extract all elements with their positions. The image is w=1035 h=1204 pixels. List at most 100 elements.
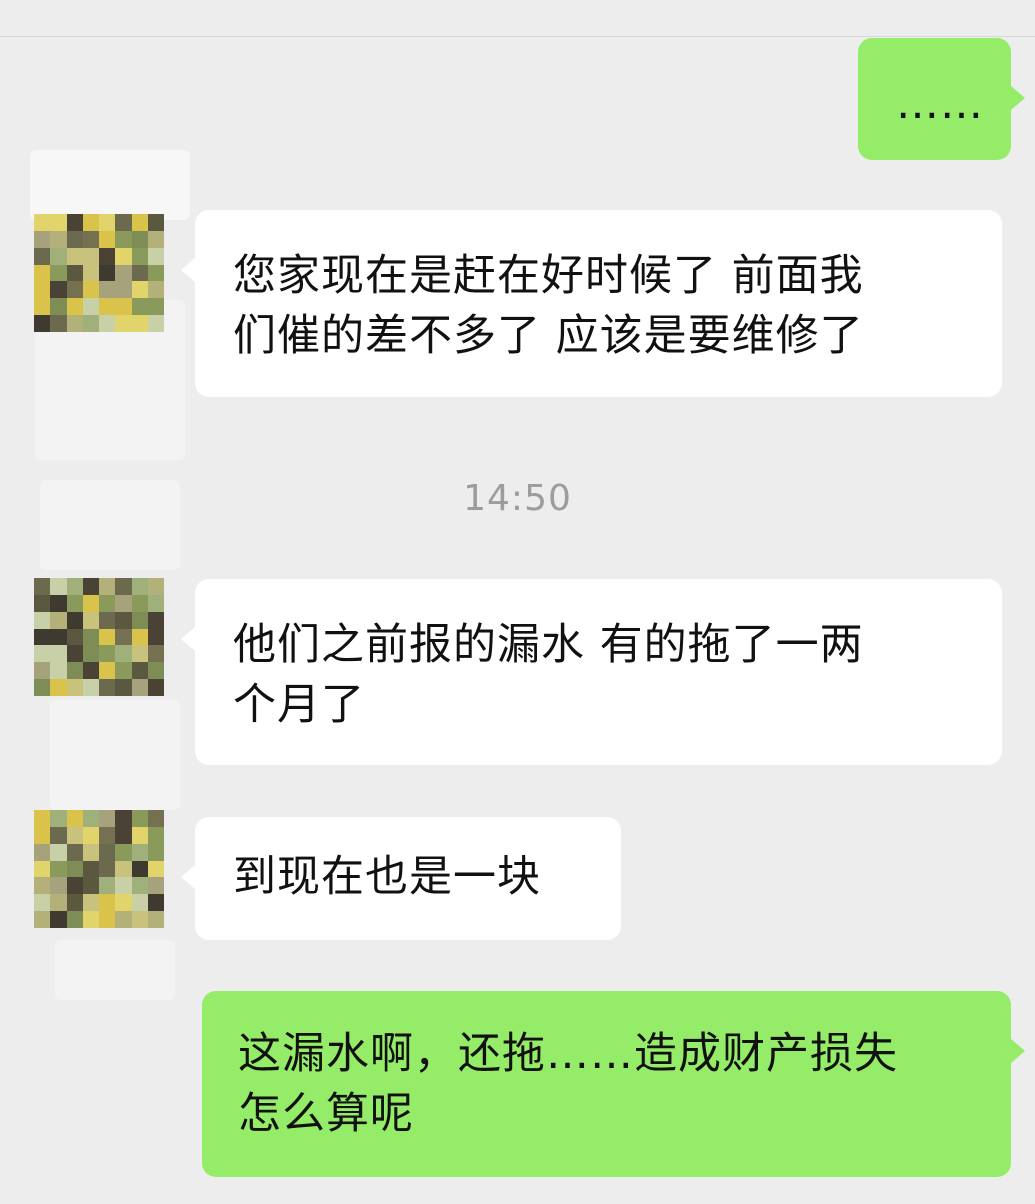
bubble-tail [181, 258, 195, 282]
avatar-mosaic-tile [115, 894, 132, 912]
avatar-mosaic-tile [34, 877, 51, 895]
avatar-mosaic-tile [82, 247, 99, 265]
avatar-mosaic-tile [99, 645, 116, 663]
avatar-mosaic-tile [82, 281, 99, 299]
avatar-mosaic-tile [66, 214, 83, 231]
avatar-mosaic-tile [99, 679, 116, 696]
avatar-mosaic-tile [82, 679, 99, 696]
avatar-mosaic-tile [50, 281, 67, 299]
avatar-mosaic-tile [66, 611, 83, 629]
avatar-mosaic-tile [99, 911, 116, 928]
avatar-mosaic-tile [147, 662, 164, 680]
avatar-mosaic-tile [99, 662, 116, 680]
avatar-mosaic-tile [131, 843, 148, 861]
avatar-mosaic-tile [50, 214, 67, 231]
avatar-mosaic-tile [50, 645, 67, 663]
avatar-mosaic-tile [115, 860, 132, 878]
outgoing-message-bubble[interactable]: …… [858, 38, 1025, 160]
avatar-mosaic-tile [131, 298, 148, 316]
avatar-mosaic-tile [147, 247, 164, 265]
avatar-mosaic-tile [115, 645, 132, 663]
avatar-mosaic-tile [66, 281, 83, 299]
header-divider [0, 36, 1035, 37]
avatar-mosaic-tile [131, 281, 148, 299]
avatar-mosaic-tile [115, 810, 132, 827]
avatar-mosaic-tile [131, 315, 148, 332]
avatar-mosaic-tile [34, 860, 51, 878]
avatar-mosaic-tile [82, 877, 99, 895]
message-text-line: 他们之前报的漏水 有的拖了一两 [233, 620, 864, 670]
avatar-mosaic-tile [99, 860, 116, 878]
avatar-mosaic-tile [131, 662, 148, 680]
avatar-mosaic-tile [66, 877, 83, 895]
sender-avatar[interactable] [34, 810, 164, 928]
avatar-mosaic-tile [131, 645, 148, 663]
avatar-mosaic-tile [131, 628, 148, 646]
message-text-line: 怎么算呢 [238, 1089, 414, 1139]
avatar-mosaic-tile [34, 645, 51, 663]
avatar-mosaic-tile [50, 578, 67, 595]
avatar-mosaic-tile [82, 214, 99, 231]
avatar-mosaic-tile [34, 247, 51, 265]
avatar-mosaic-tile [34, 911, 51, 928]
avatar-mosaic-tile [50, 894, 67, 912]
avatar-mosaic-tile [50, 826, 67, 844]
avatar-mosaic-tile [82, 645, 99, 663]
avatar-mosaic-tile [50, 264, 67, 282]
avatar-mosaic-tile [99, 281, 116, 299]
avatar-mosaic-tile [50, 877, 67, 895]
avatar-mosaic-tile [66, 298, 83, 316]
avatar-mosaic-tile [99, 611, 116, 629]
avatar-mosaic-tile [99, 264, 116, 282]
avatar-mosaic-tile [82, 911, 99, 928]
sender-avatar[interactable] [34, 578, 164, 696]
avatar-mosaic-tile [131, 860, 148, 878]
avatar-mosaic-tile [147, 810, 164, 827]
avatar-mosaic-tile [82, 594, 99, 612]
avatar-mosaic-tile [50, 662, 67, 680]
avatar-mosaic-tile [131, 578, 148, 595]
avatar-mosaic-tile [147, 315, 164, 332]
avatar-mosaic-tile [34, 264, 51, 282]
avatar-mosaic-tile [34, 578, 51, 595]
avatar-mosaic-tile [147, 877, 164, 895]
blurred-name-area [55, 940, 175, 1000]
avatar-mosaic-tile [82, 860, 99, 878]
avatar-mosaic-tile [66, 578, 83, 595]
avatar-mosaic-tile [147, 645, 164, 663]
avatar-mosaic-tile [66, 230, 83, 248]
avatar-mosaic-tile [66, 594, 83, 612]
avatar-mosaic-tile [66, 810, 83, 827]
avatar-mosaic-tile [131, 826, 148, 844]
bubble-tail [1011, 1039, 1025, 1063]
avatar-mosaic-tile [82, 826, 99, 844]
avatar-mosaic-tile [131, 611, 148, 629]
avatar-mosaic-tile [34, 810, 51, 827]
outgoing-message-bubble[interactable]: 这漏水啊，还拖……造成财产损失 怎么算呢 [202, 991, 1025, 1177]
avatar-mosaic-tile [99, 877, 116, 895]
avatar-mosaic-tile [147, 611, 164, 629]
incoming-message-bubble[interactable]: 到现在也是一块 [181, 817, 621, 940]
avatar-mosaic-tile [147, 628, 164, 646]
sender-avatar[interactable] [34, 214, 164, 332]
avatar-mosaic-tile [66, 679, 83, 696]
avatar-mosaic-tile [147, 843, 164, 861]
incoming-message-bubble[interactable]: 他们之前报的漏水 有的拖了一两 个月了 [181, 579, 1002, 765]
avatar-mosaic-tile [50, 594, 67, 612]
avatar-mosaic-tile [82, 298, 99, 316]
avatar-mosaic-tile [115, 594, 132, 612]
message-text-line: 个月了 [233, 680, 365, 730]
avatar-mosaic-tile [34, 894, 51, 912]
avatar-mosaic-tile [34, 843, 51, 861]
avatar-mosaic-tile [99, 298, 116, 316]
avatar-mosaic-tile [50, 628, 67, 646]
avatar-mosaic-tile [147, 594, 164, 612]
avatar-mosaic-tile [147, 230, 164, 248]
avatar-mosaic-tile [147, 264, 164, 282]
avatar-mosaic-tile [115, 628, 132, 646]
avatar-mosaic-tile [34, 662, 51, 680]
avatar-mosaic-tile [66, 826, 83, 844]
incoming-message-bubble[interactable]: 您家现在是赶在好时候了 前面我 们催的差不多了 应该是要维修了 [181, 210, 1002, 397]
avatar-mosaic-tile [147, 578, 164, 595]
avatar-mosaic-tile [82, 810, 99, 827]
